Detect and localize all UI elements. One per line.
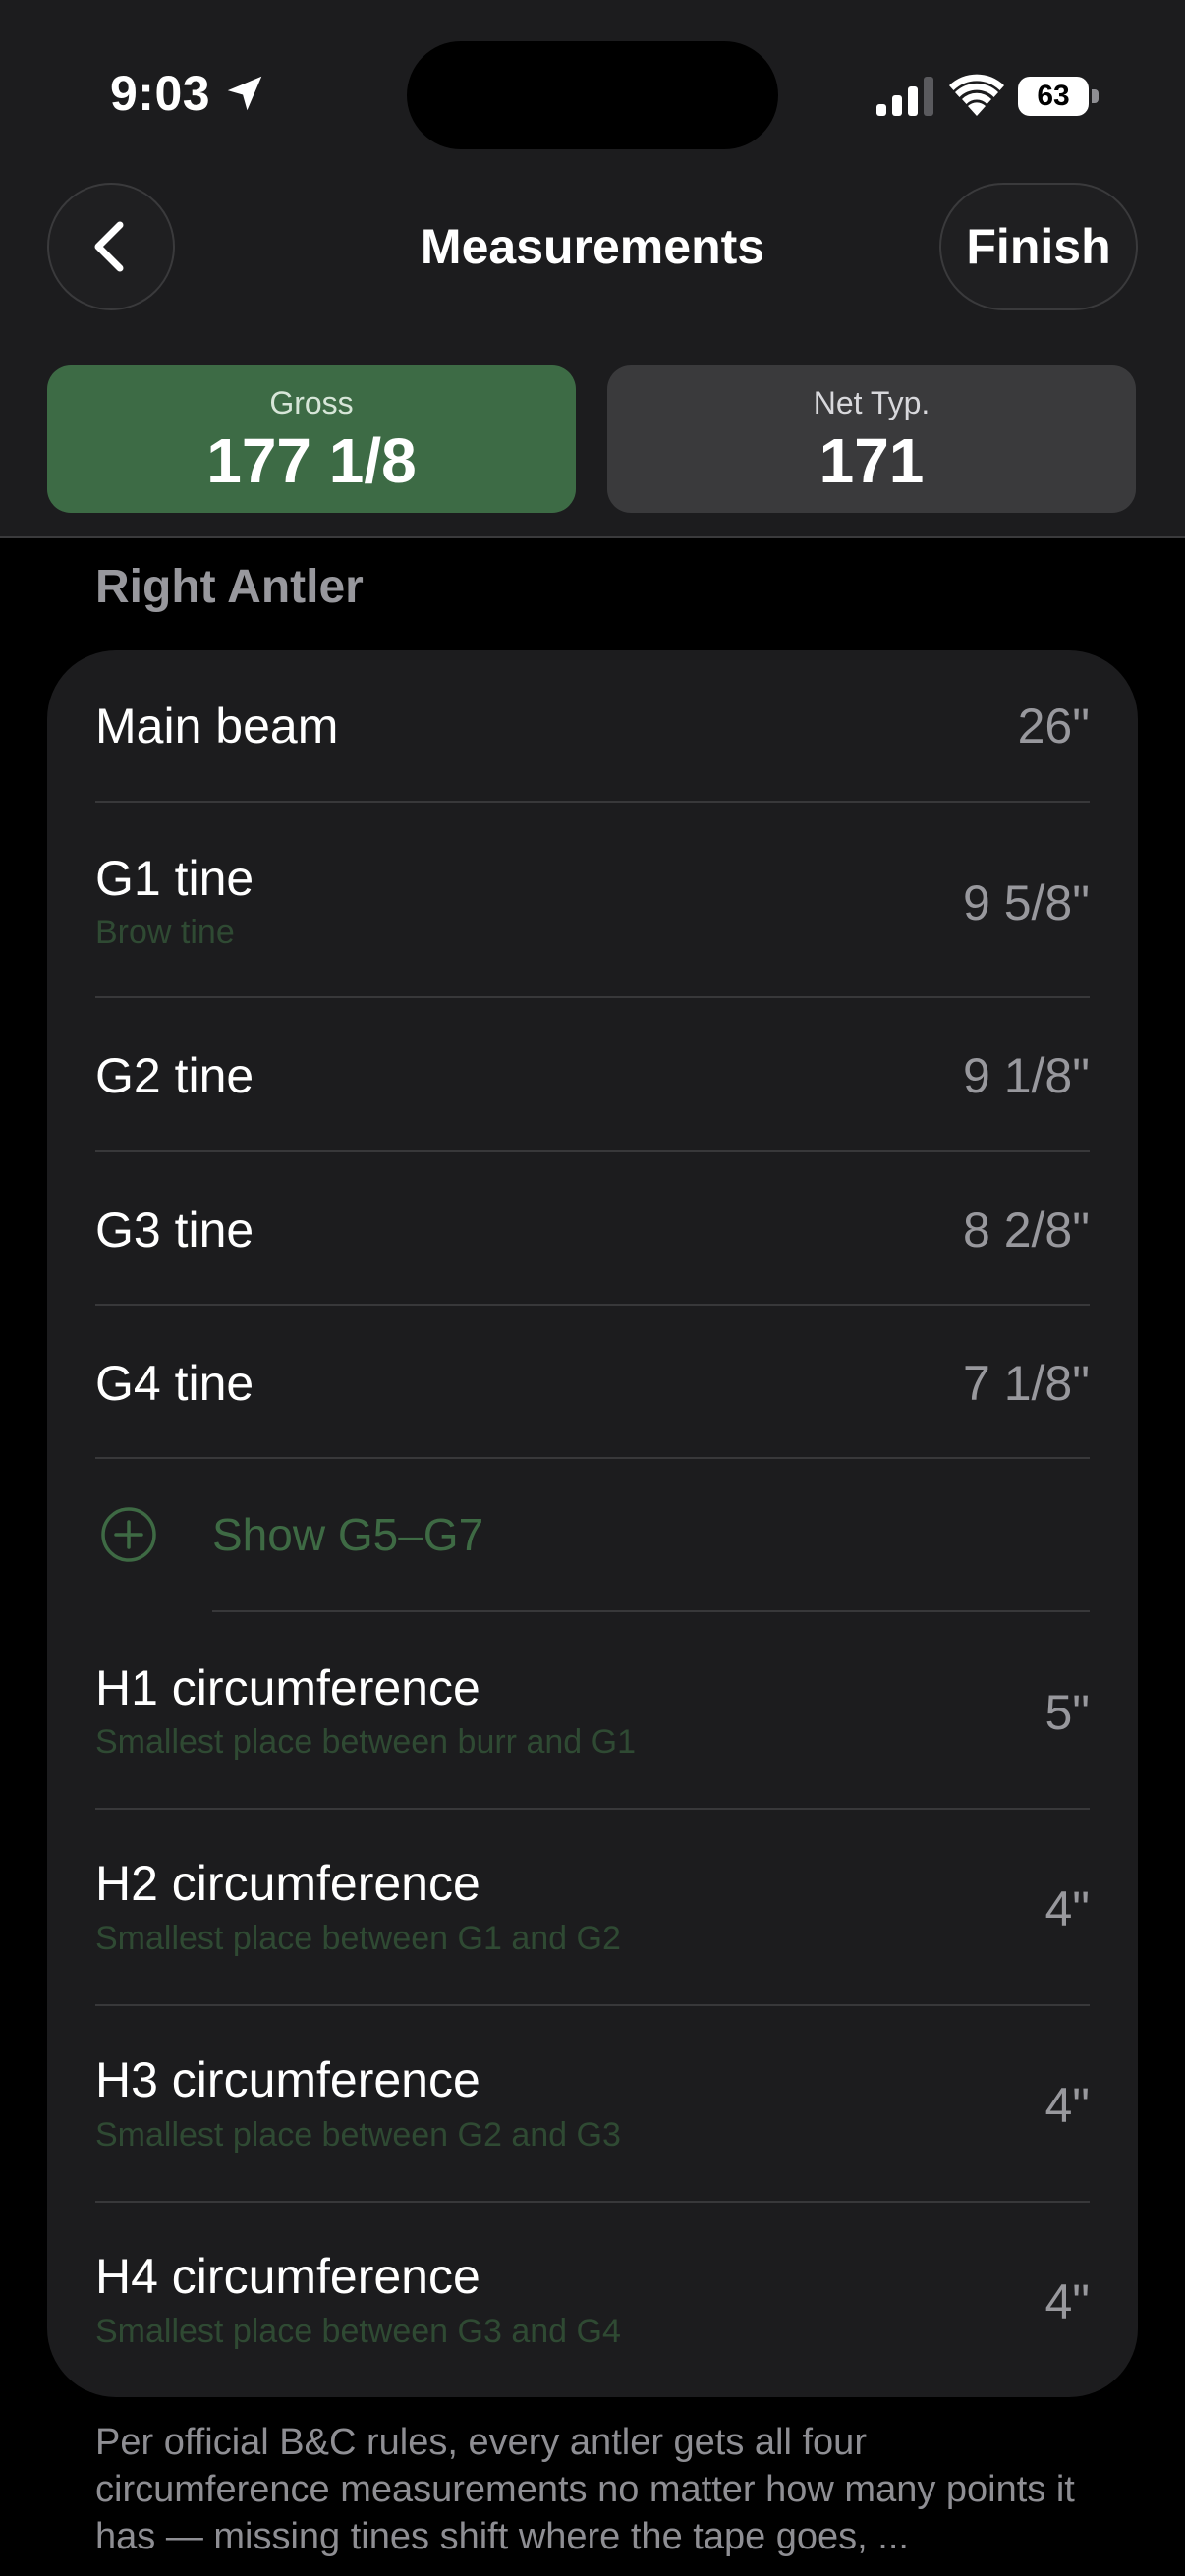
plus-circle-icon: [101, 1507, 156, 1562]
measurements-screen: 9:03 63 Measurements Finish Gross 177 1/…: [0, 0, 1185, 2576]
section-title-right-antler: Right Antler: [95, 561, 364, 613]
row-subtitle: Smallest place between G2 and G3: [95, 2116, 621, 2154]
row-title: Main beam: [95, 699, 339, 754]
measurements-card: Main beam 26" G1 tine Brow tine 9 5/8" G…: [47, 650, 1138, 2397]
rules-note: Per official B&C rules, every antler get…: [95, 2422, 1075, 2557]
measurement-row-main-beam[interactable]: Main beam 26": [47, 650, 1138, 802]
gross-value: 177 1/8: [206, 425, 417, 496]
row-title: H1 circumference: [95, 1660, 480, 1715]
finish-button[interactable]: Finish: [939, 183, 1138, 310]
location-arrow-icon: [227, 76, 262, 111]
show-more-label: Show G5–G7: [212, 1509, 484, 1560]
measurement-row-g3[interactable]: G3 tine 8 2/8": [47, 1152, 1138, 1305]
status-time: 9:03: [110, 66, 211, 121]
battery-icon: 63: [1018, 77, 1099, 116]
row-value: 7 1/8": [963, 1356, 1090, 1411]
row-value: 4": [1044, 1881, 1090, 1936]
page-title: Measurements: [420, 219, 765, 274]
row-value: 4": [1044, 2274, 1090, 2329]
battery-level: 63: [1037, 80, 1070, 112]
navigation-bar: Measurements Finish: [0, 183, 1185, 310]
net-label: Net Typ.: [813, 385, 931, 420]
measurement-row-g4[interactable]: G4 tine 7 1/8": [47, 1306, 1138, 1458]
net-score-card[interactable]: Net Typ. 171: [607, 365, 1136, 513]
net-value: 171: [818, 425, 925, 496]
row-title: G1 tine: [95, 851, 254, 906]
measurement-row-h2[interactable]: H2 circumference Smallest place between …: [47, 1810, 1138, 2005]
measurement-row-g2[interactable]: G2 tine 9 1/8": [47, 998, 1138, 1151]
wifi-icon: [949, 74, 1004, 116]
measurement-row-h3[interactable]: H3 circumference Smallest place between …: [47, 2006, 1138, 2202]
measurement-row-h4[interactable]: H4 circumference Smallest place between …: [47, 2203, 1138, 2397]
row-subtitle: Smallest place between G1 and G2: [95, 1920, 621, 1957]
row-subtitle: Smallest place between G3 and G4: [95, 2313, 621, 2350]
row-value: 4": [1044, 2078, 1090, 2133]
cellular-signal-icon: [876, 77, 933, 116]
row-title: H3 circumference: [95, 2052, 480, 2107]
row-value: 5": [1044, 1685, 1090, 1740]
row-title: H4 circumference: [95, 2249, 480, 2304]
row-value: 9 1/8": [963, 1048, 1090, 1103]
back-button[interactable]: [47, 183, 175, 310]
show-more-tines-button[interactable]: Show G5–G7: [47, 1459, 1138, 1611]
row-subtitle: Brow tine: [95, 914, 235, 951]
header-area: 9:03 63 Measurements Finish Gross 177 1/…: [0, 0, 1185, 538]
measurement-row-g1[interactable]: G1 tine Brow tine 9 5/8": [47, 803, 1138, 997]
row-title: G3 tine: [95, 1203, 254, 1258]
chevron-left-icon: [94, 221, 124, 272]
row-title: H2 circumference: [95, 1856, 480, 1911]
gross-label: Gross: [269, 385, 354, 420]
row-value: 9 5/8": [963, 875, 1090, 930]
status-bar: 9:03 63: [0, 0, 1185, 187]
gross-score-card[interactable]: Gross 177 1/8: [47, 365, 576, 513]
row-title: G2 tine: [95, 1048, 254, 1103]
row-subtitle: Smallest place between burr and G1: [95, 1723, 636, 1761]
row-title: G4 tine: [95, 1356, 254, 1411]
row-value: 26": [1017, 699, 1090, 754]
row-value: 8 2/8": [963, 1203, 1090, 1258]
dynamic-island: [407, 41, 778, 149]
measurement-row-h1[interactable]: H1 circumference Smallest place between …: [47, 1612, 1138, 1809]
